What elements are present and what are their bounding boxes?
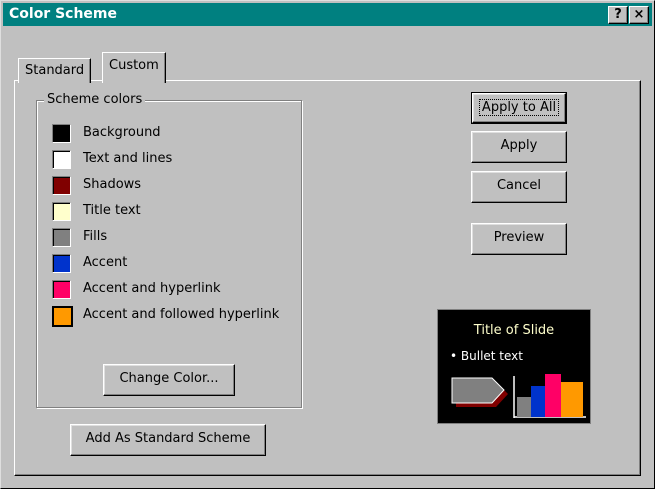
tab-custom[interactable]: Custom <box>102 52 166 83</box>
apply-to-all-label: Apply to All <box>478 99 560 116</box>
add-as-standard-scheme-button[interactable]: Add As Standard Scheme <box>70 424 266 456</box>
scheme-color-row[interactable]: Accent and followed hyperlink <box>52 306 292 328</box>
scheme-color-label: Fills <box>83 229 108 244</box>
scheme-color-row[interactable]: Title text <box>52 202 292 224</box>
preview-bar-1 <box>517 397 531 417</box>
apply-button[interactable]: Apply <box>471 131 567 163</box>
scheme-color-label: Text and lines <box>83 151 173 166</box>
scheme-color-label: Background <box>83 125 161 140</box>
title-bar: Color Scheme ? × <box>3 3 652 26</box>
color-swatch[interactable] <box>52 150 71 169</box>
scheme-color-label: Accent and hyperlink <box>83 281 221 296</box>
color-swatch[interactable] <box>52 176 71 195</box>
color-swatch[interactable] <box>52 254 71 273</box>
color-swatch[interactable] <box>52 228 71 247</box>
help-button[interactable]: ? <box>608 6 628 24</box>
scheme-color-row[interactable]: Accent and hyperlink <box>52 280 292 302</box>
preview-bar-4 <box>561 382 583 417</box>
dialog-title: Color Scheme <box>9 6 118 22</box>
color-swatch[interactable] <box>52 306 73 327</box>
scheme-colors-label: Scheme colors <box>44 92 146 107</box>
color-swatch[interactable] <box>52 202 71 221</box>
apply-to-all-button[interactable]: Apply to All <box>471 92 567 124</box>
scheme-color-label: Title text <box>83 203 141 218</box>
scheme-color-row[interactable]: Shadows <box>52 176 292 198</box>
slide-preview: Title of Slide • Bullet text <box>437 309 591 424</box>
cancel-button[interactable]: Cancel <box>471 171 567 203</box>
preview-button[interactable]: Preview <box>471 223 567 255</box>
color-swatch[interactable] <box>52 280 71 299</box>
preview-bar-3 <box>545 374 561 417</box>
preview-graphics <box>451 374 586 418</box>
color-swatch[interactable] <box>52 124 71 143</box>
close-button[interactable]: × <box>629 6 649 24</box>
scheme-color-row[interactable]: Text and lines <box>52 150 292 172</box>
preview-bar-2 <box>531 386 545 417</box>
scheme-color-row[interactable]: Background <box>52 124 292 146</box>
scheme-color-label: Accent <box>83 255 128 270</box>
scheme-color-label: Accent and followed hyperlink <box>83 307 280 322</box>
tab-standard[interactable]: Standard <box>18 58 92 83</box>
scheme-color-label: Shadows <box>83 177 142 192</box>
scheme-color-row[interactable]: Accent <box>52 254 292 276</box>
change-color-button[interactable]: Change Color... <box>103 364 235 396</box>
scheme-color-row[interactable]: Fills <box>52 228 292 250</box>
